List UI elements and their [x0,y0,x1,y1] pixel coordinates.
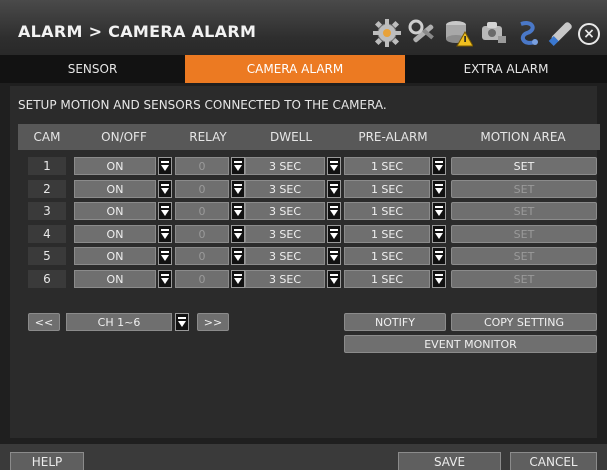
cam-number: 5 [28,247,66,265]
motion-area-set-button[interactable]: SET [451,270,597,288]
onoff-dropdown-icon[interactable] [158,270,172,288]
motion-area-set-button[interactable]: SET [451,202,597,220]
prealarm-dropdown-icon[interactable] [432,202,446,220]
relay-dropdown-icon[interactable] [231,225,245,243]
dwell-field[interactable]: 3 SEC [245,270,325,288]
storage-alert-icon[interactable] [443,18,473,48]
prealarm-field[interactable]: 1 SEC [344,270,430,288]
copy-setting-button[interactable]: COPY SETTING [451,313,597,331]
relay-field[interactable]: 0 [175,270,229,288]
relay-dropdown-icon[interactable] [231,247,245,265]
col-relay: RELAY [189,130,227,144]
cam-number: 1 [28,157,66,175]
cam-number: 6 [28,270,66,288]
prealarm-dropdown-icon[interactable] [432,180,446,198]
onoff-field[interactable]: ON [74,202,156,220]
tab-camera-alarm[interactable]: CAMERA ALARM [185,55,405,83]
relay-dropdown-icon[interactable] [231,270,245,288]
onoff-dropdown-icon[interactable] [158,202,172,220]
onoff-field[interactable]: ON [74,225,156,243]
relay-dropdown-icon[interactable] [231,157,245,175]
channel-select[interactable]: CH 1~6 [66,313,172,331]
channel-dropdown-icon[interactable] [175,313,189,331]
tab-sensor[interactable]: SENSOR [0,55,185,83]
tab-bar: SENSOR CAMERA ALARM EXTRA ALARM [0,55,607,83]
col-onoff: ON/OFF [101,130,147,144]
relay-field[interactable]: 0 [175,247,229,265]
prealarm-field[interactable]: 1 SEC [344,157,430,175]
dwell-field[interactable]: 3 SEC [245,225,325,243]
cancel-button[interactable]: CANCEL [510,452,597,470]
help-button[interactable]: HELP [10,452,84,470]
dwell-dropdown-icon[interactable] [327,225,341,243]
dwell-field[interactable]: 3 SEC [245,157,325,175]
gear-icon[interactable] [372,18,402,48]
tab-extra-alarm[interactable]: EXTRA ALARM [405,55,607,83]
col-cam: CAM [33,130,61,144]
page-title: ALARM > CAMERA ALARM [18,22,257,41]
prealarm-dropdown-icon[interactable] [432,247,446,265]
onoff-field[interactable]: ON [74,247,156,265]
close-icon[interactable]: × [578,23,600,45]
prealarm-field[interactable]: 1 SEC [344,247,430,265]
onoff-dropdown-icon[interactable] [158,225,172,243]
cam-number: 3 [28,202,66,220]
cam-number: 2 [28,180,66,198]
motion-area-set-button[interactable]: SET [451,247,597,265]
description: SETUP MOTION AND SENSORS CONNECTED TO TH… [18,98,387,112]
onoff-field[interactable]: ON [74,157,156,175]
dwell-dropdown-icon[interactable] [327,180,341,198]
prealarm-field[interactable]: 1 SEC [344,225,430,243]
onoff-dropdown-icon[interactable] [158,180,172,198]
relay-field[interactable]: 0 [175,180,229,198]
prealarm-field[interactable]: 1 SEC [344,202,430,220]
dwell-dropdown-icon[interactable] [327,247,341,265]
remote-icon[interactable] [546,18,576,48]
onoff-dropdown-icon[interactable] [158,247,172,265]
prealarm-field[interactable]: 1 SEC [344,180,430,198]
relay-dropdown-icon[interactable] [231,180,245,198]
col-dwell: DWELL [269,130,313,144]
dwell-field[interactable]: 3 SEC [245,202,325,220]
relay-dropdown-icon[interactable] [231,202,245,220]
relay-field[interactable]: 0 [175,202,229,220]
dwell-dropdown-icon[interactable] [327,157,341,175]
cam-number: 4 [28,225,66,243]
col-motion-area: MOTION AREA [480,130,566,144]
col-prealarm: PRE-ALARM [358,130,428,144]
table-header: CAM ON/OFF RELAY DWELL PRE-ALARM MOTION … [18,124,600,150]
save-button[interactable]: SAVE [398,452,501,470]
onoff-field[interactable]: ON [74,180,156,198]
next-page-button[interactable]: >> [197,313,229,331]
onoff-field[interactable]: ON [74,270,156,288]
dwell-field[interactable]: 3 SEC [245,180,325,198]
dwell-field[interactable]: 3 SEC [245,247,325,265]
camera-alarm-window: ALARM > CAMERA ALARM × SENSOR CAMERA ALA… [0,0,607,470]
network-icon[interactable] [478,18,508,48]
prealarm-dropdown-icon[interactable] [432,157,446,175]
motion-area-set-button[interactable]: SET [451,157,597,175]
motion-area-set-button[interactable]: SET [451,225,597,243]
motion-area-set-button[interactable]: SET [451,180,597,198]
event-monitor-button[interactable]: EVENT MONITOR [344,335,597,353]
tools-icon[interactable] [408,18,438,48]
dwell-dropdown-icon[interactable] [327,202,341,220]
dwell-dropdown-icon[interactable] [327,270,341,288]
prealarm-dropdown-icon[interactable] [432,225,446,243]
notify-button[interactable]: NOTIFY [344,313,446,331]
prealarm-dropdown-icon[interactable] [432,270,446,288]
relay-field[interactable]: 0 [175,157,229,175]
onoff-dropdown-icon[interactable] [158,157,172,175]
info-icon[interactable] [513,18,543,48]
prev-page-button[interactable]: << [28,313,60,331]
relay-field[interactable]: 0 [175,225,229,243]
